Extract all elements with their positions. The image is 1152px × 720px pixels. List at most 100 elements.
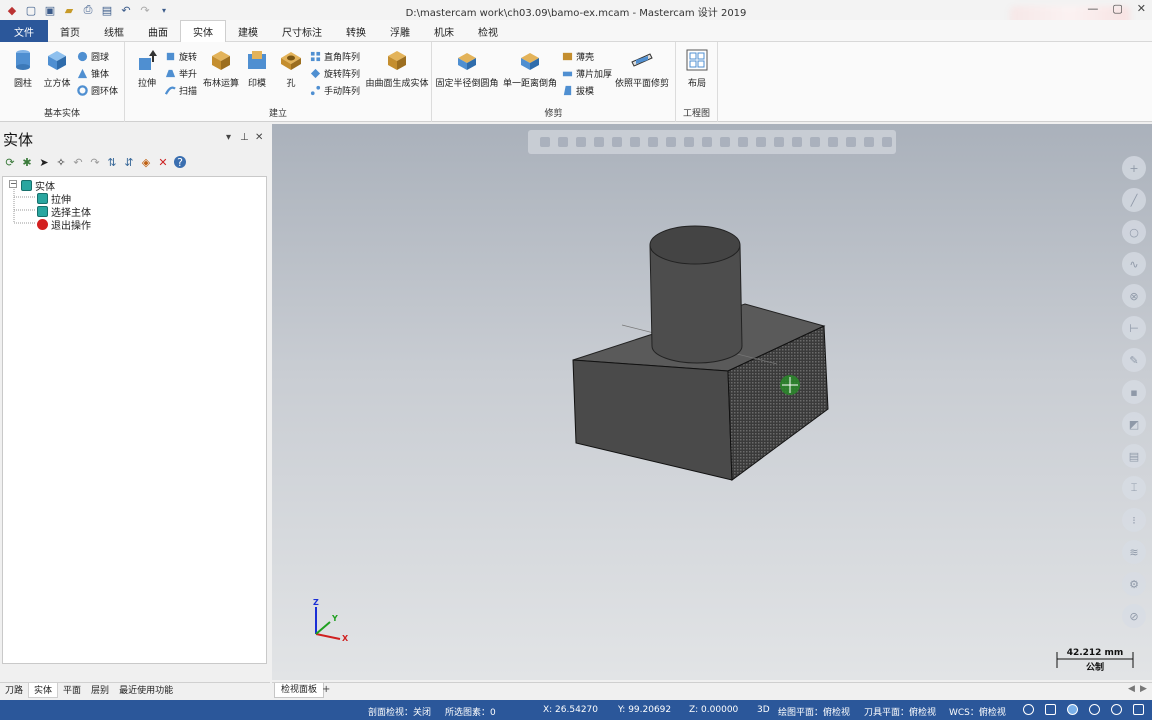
boolean-button[interactable]: 布林运算	[201, 48, 241, 89]
ruler-icon[interactable]: ✎	[1122, 348, 1146, 372]
line-icon[interactable]: ╱	[1122, 188, 1146, 212]
sweep-button[interactable]: 扫描	[165, 84, 197, 97]
solid-model[interactable]	[272, 124, 1152, 680]
tool-plane-status[interactable]: 刀具平面：俯检视	[864, 705, 936, 718]
cylinder-top-face[interactable]	[649, 225, 741, 265]
no-entry-icon[interactable]: ⊘	[1122, 604, 1146, 628]
tab-home[interactable]: 首页	[48, 20, 92, 42]
scroll-left-icon[interactable]: ◀	[1128, 684, 1135, 694]
tree-expand-icon[interactable]: −	[9, 180, 17, 188]
thicken-button[interactable]: 薄片加厚	[562, 67, 612, 80]
move-stop-op-icon[interactable]: ⇅	[106, 156, 118, 169]
settings-icon[interactable]: ⚙	[1122, 572, 1146, 596]
render-icon[interactable]	[1111, 704, 1122, 715]
info-icon[interactable]: ⌶	[1122, 476, 1146, 500]
zoom-icon[interactable]: ⊗	[1122, 284, 1146, 308]
scroll-right-icon[interactable]: ▶	[1140, 684, 1147, 694]
regenerate-all-icon[interactable]: ⟳	[4, 156, 16, 169]
panel-close-icon[interactable]: ✕	[255, 132, 263, 143]
help-icon[interactable]: ?	[174, 156, 186, 169]
print-icon[interactable]: ⎙	[80, 2, 96, 18]
trim-plane-button[interactable]: 依照平面修剪	[614, 48, 670, 89]
tab-transform[interactable]: 转换	[334, 20, 378, 42]
minimize-icon[interactable]: —	[1087, 2, 1098, 15]
rot-pattern-button[interactable]: 旋转阵列	[310, 67, 360, 80]
maximize-icon[interactable]: ▢	[1112, 2, 1122, 15]
const-fillet-button[interactable]: 固定半径倒圆角	[436, 48, 499, 89]
panel-dropdown-icon[interactable]: ▾	[226, 132, 231, 143]
grid-icon[interactable]: ▤	[1122, 444, 1146, 468]
close-icon[interactable]: ✕	[1137, 2, 1146, 15]
tab-solids-manager[interactable]: 实体	[28, 683, 59, 698]
redo-icon[interactable]: ↷	[89, 156, 101, 169]
mode-3d-toggle[interactable]: 3D	[757, 705, 770, 715]
tab-toolpaths[interactable]: 刀路	[0, 683, 28, 698]
ribbon: 圆柱 立方体 圆球 锥体 圆环体 基本实体 拉伸 旋转 举升 扫描 布林运算 印…	[0, 42, 1152, 122]
add-viewsheet-icon[interactable]: +	[322, 684, 330, 695]
undo-icon[interactable]: ↶	[72, 156, 84, 169]
wireframe-icon[interactable]	[1089, 704, 1100, 715]
point-icon[interactable]: +	[1122, 156, 1146, 180]
analyze-icon[interactable]: ⁝	[1122, 508, 1146, 532]
hole-button[interactable]: 孔	[271, 48, 311, 89]
shading-icon[interactable]	[1067, 704, 1078, 715]
undo-icon[interactable]: ↶	[118, 2, 134, 18]
box-front-face[interactable]	[572, 359, 733, 481]
tab-levels[interactable]: 层别	[86, 683, 114, 698]
arc-icon[interactable]: ∿	[1122, 252, 1146, 276]
shell-button[interactable]: 薄壳	[562, 50, 594, 63]
rect-pattern-button[interactable]: 直角阵列	[310, 50, 360, 63]
save-as-icon[interactable]: ▤	[99, 2, 115, 18]
cube-view-icon[interactable]	[1045, 704, 1056, 715]
layout-button[interactable]: 布局	[677, 48, 717, 89]
move-stop-op-down-icon[interactable]: ⇵	[123, 156, 135, 169]
tab-model-prep[interactable]: 建模	[226, 20, 270, 42]
tab-planes[interactable]: 平面	[58, 683, 86, 698]
tab-solids[interactable]: 实体	[180, 20, 226, 42]
circle-icon[interactable]: ○	[1122, 220, 1146, 244]
viewsheet-tab-main[interactable]: 检视面板	[274, 683, 325, 698]
draft-button[interactable]: 拔模	[562, 84, 594, 97]
tab-wireframe[interactable]: 线框	[92, 20, 136, 42]
section-view-status[interactable]: 剖面检视：关闭	[368, 705, 431, 718]
graphics-viewport[interactable]: Z Y X + ╱ ○ ∿ ⊗ ⊢ ✎ ▪ ◩ ▤ ⌶ ⁝ ≋ ⚙ ⊘ 42.2…	[272, 124, 1152, 680]
draw-plane-status[interactable]: 绘图平面：俯检视	[778, 705, 850, 718]
cone-button[interactable]: 锥体	[77, 67, 109, 80]
shade-icon[interactable]: ▪	[1122, 380, 1146, 404]
select-all-icon[interactable]: ✧	[55, 156, 67, 169]
tab-surfaces[interactable]: 曲面	[136, 20, 180, 42]
toggle-icon[interactable]: ◈	[140, 156, 152, 169]
plane-icon[interactable]: ◩	[1122, 412, 1146, 436]
globe-icon[interactable]	[1023, 704, 1034, 715]
customize-dropdown-icon[interactable]: ▾	[156, 2, 172, 18]
pin-icon[interactable]: ⊥	[240, 132, 249, 143]
cube-button[interactable]: 立方体	[37, 48, 77, 89]
regenerate-dirty-icon[interactable]: ✱	[21, 156, 33, 169]
tree-node-stop-op[interactable]: 退出操作	[37, 217, 91, 232]
tab-machine[interactable]: 机床	[422, 20, 466, 42]
material-icon[interactable]	[1133, 704, 1144, 715]
revolve-button[interactable]: 旋转	[165, 50, 197, 63]
tab-view[interactable]: 检视	[466, 20, 510, 42]
select-icon[interactable]: ➤	[38, 156, 50, 169]
man-pattern-button[interactable]: 手动阵列	[310, 84, 360, 97]
tab-file[interactable]: 文件	[0, 20, 48, 42]
chamfer-button[interactable]: 单一距离倒角	[502, 48, 558, 89]
dimension-icon[interactable]: ⊢	[1122, 316, 1146, 340]
new-file-icon[interactable]: ▢	[23, 2, 39, 18]
layers-icon[interactable]: ≋	[1122, 540, 1146, 564]
sphere-button[interactable]: 圆球	[77, 50, 109, 63]
loft-button[interactable]: 举升	[165, 67, 197, 80]
save-icon[interactable]: ▣	[42, 2, 58, 18]
redo-icon[interactable]: ↷	[137, 2, 153, 18]
extrude-button[interactable]: 拉伸	[127, 48, 167, 89]
tab-recent-functions[interactable]: 最近使用功能	[114, 683, 178, 698]
wcs-status[interactable]: WCS：俯检视	[949, 705, 1006, 718]
tab-art[interactable]: 浮雕	[378, 20, 422, 42]
panel-toolbar: ⟳ ✱ ➤ ✧ ↶ ↷ ⇅ ⇵ ◈ ✕ ?	[4, 154, 186, 170]
torus-button[interactable]: 圆环体	[77, 84, 118, 97]
open-folder-icon[interactable]: ▰	[61, 2, 77, 18]
delete-icon[interactable]: ✕	[157, 156, 169, 169]
tab-drafting[interactable]: 尺寸标注	[270, 20, 334, 42]
from-surface-button[interactable]: 由曲面生成实体	[366, 48, 429, 89]
